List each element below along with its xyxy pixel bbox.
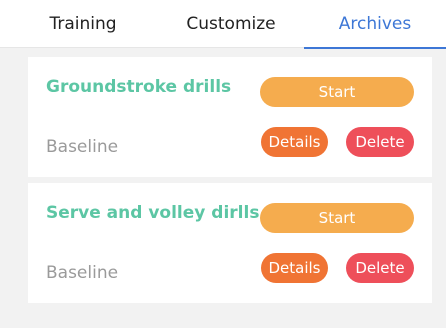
details-button[interactable]: Details — [261, 253, 328, 283]
tab-customize[interactable]: Customize — [160, 0, 302, 48]
card-title: Serve and volley dirlls — [46, 203, 260, 223]
delete-button[interactable]: Delete — [346, 127, 414, 157]
tab-archives[interactable]: Archives — [304, 0, 446, 49]
tab-training[interactable]: Training — [14, 0, 152, 48]
archive-card: Serve and volley dirlls Baseline Start D… — [28, 183, 432, 303]
start-button[interactable]: Start — [260, 77, 414, 107]
card-subtitle: Baseline — [46, 263, 119, 283]
start-button[interactable]: Start — [260, 203, 414, 233]
card-title: Groundstroke drills — [46, 77, 232, 97]
tab-bar: Training Customize Archives — [0, 0, 446, 49]
delete-button[interactable]: Delete — [346, 253, 414, 283]
details-button[interactable]: Details — [261, 127, 328, 157]
archive-card: Groundstroke drills Baseline Start Detai… — [28, 57, 432, 177]
card-subtitle: Baseline — [46, 137, 119, 157]
